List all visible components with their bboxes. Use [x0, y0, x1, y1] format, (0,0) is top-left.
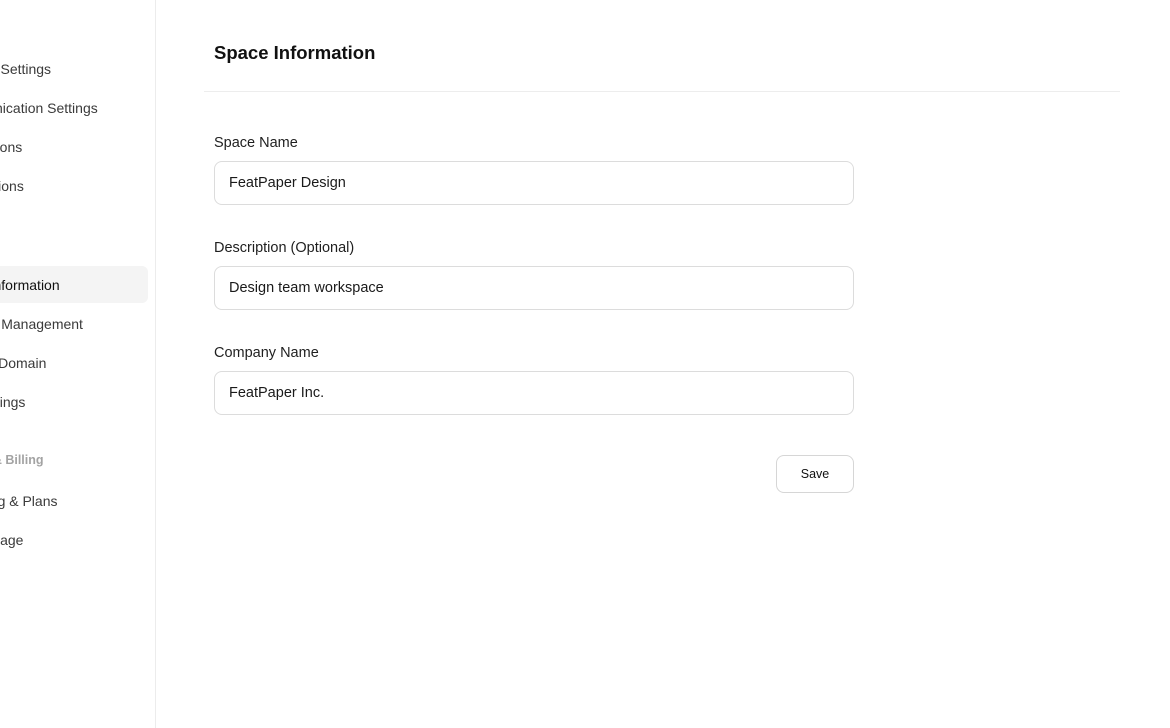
sidebar-item-label: Connections [0, 177, 24, 194]
sidebar-item-usage[interactable]: Usage [0, 521, 155, 558]
sidebar-item-member-management[interactable]: Member Management [0, 305, 148, 342]
settings-sidebar: Account Settings Communication Settings … [0, 0, 156, 728]
sidebar-item-connections[interactable]: Connections [0, 167, 148, 204]
sidebar-item-label: Billing & Plans [0, 492, 58, 509]
company-name-label: Company Name [214, 345, 319, 361]
sidebar-item-label: Member Management [0, 315, 83, 332]
description-label: Description (Optional) [214, 240, 355, 256]
sidebar-item-communication-settings[interactable]: Communication Settings [0, 89, 148, 126]
sidebar-item-label: Communication Settings [0, 99, 98, 116]
description-input[interactable] [214, 266, 854, 310]
header-divider [204, 91, 1120, 92]
sidebar-item-label: Custom Domain [0, 354, 47, 371]
sidebar-item-account-settings[interactable]: Account Settings [0, 50, 148, 87]
sidebar-item-space-information[interactable]: Space Information [0, 266, 148, 303]
sidebar-item-notifications[interactable]: Notifications [0, 128, 148, 165]
settings-page: Account Settings Communication Settings … [0, 0, 1170, 728]
page-title: Space Information [214, 42, 376, 63]
sidebar-item-billing-plans[interactable]: Billing & Plans [0, 482, 155, 519]
sidebar-item-custom-domain[interactable]: Custom Domain [0, 344, 148, 381]
sidebar-item-label: Account Settings [0, 60, 52, 77]
sidebar-item-label: Notifications [0, 138, 23, 155]
space-name-input[interactable] [214, 161, 854, 205]
sidebar-section-heading: Plans & Billing [0, 453, 44, 467]
save-button[interactable]: Save [776, 455, 854, 493]
company-name-input[interactable] [214, 371, 854, 415]
sidebar-item-label: Usage [0, 531, 24, 548]
sidebar-item-label: App Settings [0, 393, 26, 410]
space-name-label: Space Name [214, 135, 298, 151]
sidebar-item-app-settings[interactable]: App Settings [0, 383, 148, 420]
sidebar-item-label: Space Information [0, 276, 60, 293]
